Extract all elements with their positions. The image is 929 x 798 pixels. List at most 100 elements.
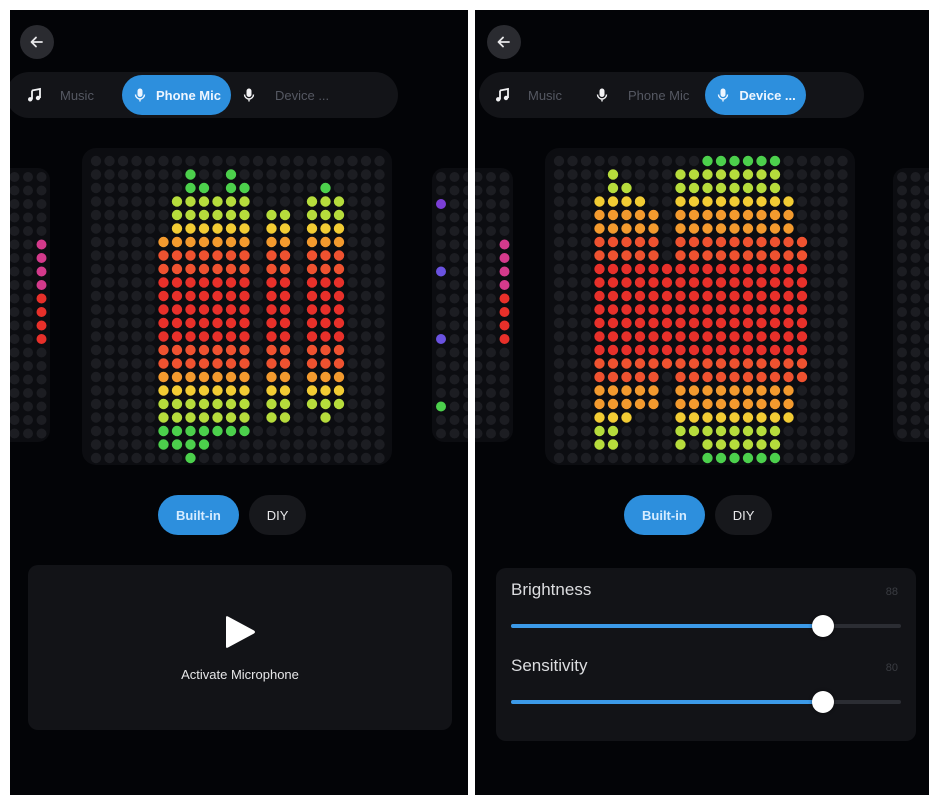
tab-music[interactable]: Music	[484, 75, 572, 115]
led-dot-off	[580, 439, 592, 450]
brightness-slider[interactable]	[511, 615, 901, 637]
led-dot-off	[293, 371, 304, 383]
led-dot-off	[475, 334, 483, 344]
led-dot-on	[715, 290, 727, 302]
led-dot-off	[252, 196, 264, 207]
led-dot-off	[104, 439, 115, 450]
led-dot-on	[594, 263, 605, 275]
led-dot-off	[158, 155, 169, 167]
tab-device[interactable]: Device ...	[705, 75, 806, 115]
led-dot-off	[621, 439, 632, 450]
back-button[interactable]	[20, 25, 54, 59]
led-dot-on	[185, 196, 196, 207]
led-dot-off	[104, 425, 115, 437]
slider-thumb[interactable]	[812, 615, 834, 637]
led-dot-on	[756, 304, 767, 315]
led-dot-on	[225, 358, 237, 369]
activate-microphone-card[interactable]: Activate Microphone	[28, 565, 452, 730]
led-dot-off	[553, 277, 565, 288]
led-dot-off	[463, 266, 468, 277]
led-dot-on	[675, 371, 686, 383]
led-dot-on	[729, 371, 740, 383]
mode-diy-button[interactable]: DIY	[714, 495, 773, 535]
led-dot-on	[769, 452, 781, 464]
next-effect-preview[interactable]	[893, 168, 929, 442]
led-dot-off	[36, 226, 47, 236]
led-dot-off	[171, 169, 183, 180]
led-dot-on	[607, 317, 619, 329]
led-dot-on	[769, 439, 781, 450]
led-dot-off	[90, 196, 102, 207]
led-dot-off	[553, 385, 565, 396]
led-dot-on	[225, 304, 237, 315]
led-dot-on	[675, 344, 686, 356]
led-dot-on	[715, 169, 727, 180]
led-dot-off	[897, 401, 907, 412]
led-dot-off	[306, 182, 318, 194]
led-dot-off	[23, 172, 33, 182]
tab-music[interactable]: Music	[16, 75, 104, 115]
led-dot-off	[823, 223, 835, 234]
led-dot-on	[306, 371, 318, 383]
back-button[interactable]	[487, 25, 521, 59]
led-dot-on	[702, 344, 713, 356]
led-dot-off	[580, 317, 592, 329]
led-dot-off	[823, 317, 835, 329]
led-dot-on	[306, 223, 318, 234]
led-dot-off	[823, 209, 835, 221]
led-dot-on	[158, 277, 169, 288]
mode-builtin-button[interactable]: Built-in	[624, 495, 705, 535]
led-dot-off	[499, 172, 510, 182]
led-dot-off	[837, 317, 848, 329]
led-dot-off	[796, 425, 808, 437]
led-dot-off	[810, 304, 821, 315]
previous-effect-preview[interactable]	[475, 168, 513, 442]
led-dot-on	[198, 182, 210, 194]
led-dot-off	[360, 263, 372, 275]
led-dot-on	[715, 412, 727, 423]
led-dot-off	[10, 199, 20, 209]
led-dot-off	[347, 236, 358, 248]
led-dot-on	[661, 277, 673, 288]
tab-phone-mic[interactable]: Phone Mic	[584, 75, 699, 115]
equalizer-panel[interactable]	[82, 148, 392, 465]
led-dot-off	[661, 398, 673, 410]
led-dot-on	[756, 290, 767, 302]
activate-microphone-label: Activate Microphone	[181, 667, 299, 682]
equalizer-panel[interactable]	[545, 148, 855, 465]
led-dot-off	[499, 212, 510, 223]
led-dot-off	[475, 401, 483, 412]
led-dot-on	[158, 304, 169, 315]
tab-phone-mic[interactable]: Phone Mic	[121, 75, 231, 115]
led-dot-off	[567, 439, 578, 450]
led-dot-off	[634, 169, 646, 180]
led-dot-off	[104, 196, 115, 207]
led-dot-off	[347, 344, 358, 356]
led-dot-off	[374, 182, 385, 194]
led-dot-off	[252, 452, 264, 464]
led-dot-off	[320, 425, 331, 437]
led-dot-off	[463, 347, 468, 358]
led-dot-off	[580, 452, 592, 464]
led-dot-on	[742, 398, 754, 410]
led-dot-on	[198, 439, 210, 450]
slider-thumb[interactable]	[812, 691, 834, 713]
led-dot-off	[475, 347, 483, 358]
led-dot-off	[553, 182, 565, 194]
tab-device[interactable]: Device ...	[231, 75, 339, 115]
led-dot-on	[36, 320, 47, 331]
mode-diy-button[interactable]: DIY	[248, 495, 307, 535]
led-dot-on	[594, 439, 605, 450]
led-dot-off	[475, 361, 483, 371]
led-dot-off	[661, 155, 673, 167]
led-dot-on	[729, 304, 740, 315]
next-effect-preview[interactable]	[432, 168, 468, 442]
led-dot-off	[910, 212, 921, 223]
play-icon[interactable]	[223, 613, 257, 651]
led-dot-off	[436, 185, 446, 196]
sensitivity-slider[interactable]	[511, 691, 901, 713]
previous-effect-preview[interactable]	[10, 168, 50, 442]
mode-builtin-button[interactable]: Built-in	[158, 495, 239, 535]
led-dot-on	[675, 317, 686, 329]
led-dot-off	[823, 196, 835, 207]
